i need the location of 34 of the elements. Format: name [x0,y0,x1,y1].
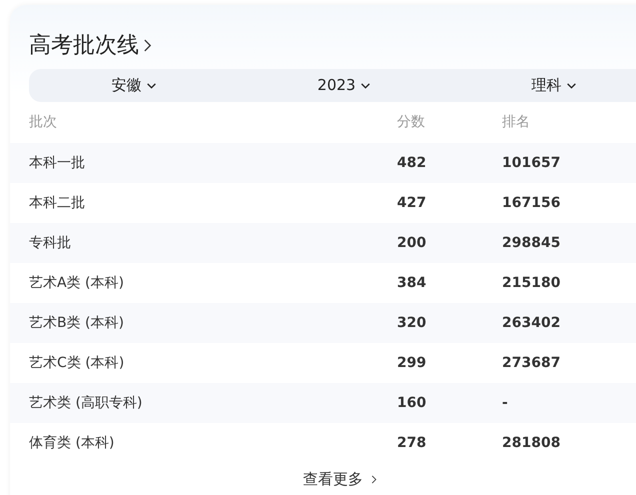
section-title: 高考批次线 [29,32,139,60]
table-cell-text: 281808 [502,434,560,452]
table-cell-text: 278 [397,434,428,452]
table-cell-text: 体育类 (本科) [28,434,116,452]
chevron-right-icon [143,38,152,53]
table-cell-text: 101657 [502,154,560,172]
view-more-link[interactable]: 查看更多 [303,470,377,488]
table-cell-text: 160 [397,394,428,412]
filter-dropdown[interactable]: 理科 [449,69,636,102]
table-cell-text: 本科二批 [28,194,86,212]
column-header: 批次 [28,113,58,132]
chevron-right-icon [371,474,377,484]
table-cell-text: 艺术B类 (本科) [28,314,125,332]
table-cell-text: 艺术类 (高职专科) [28,394,144,412]
table-cell-text: 263402 [502,314,560,332]
table-cell-text: 专科批 [28,234,72,252]
table-cell-text: 298845 [502,234,560,252]
table-cell-text: 167156 [502,194,560,212]
column-header: 排名 [502,113,530,132]
table-cell-text: 384 [397,274,428,292]
table-cell-text: 215180 [502,274,560,292]
table-cell-text: 本科一批 [28,154,86,172]
table-cell-text: 299 [397,354,428,372]
table-cell-text: 艺术C类 (本科) [28,354,126,372]
table-cell-text: 艺术A类 (本科) [28,274,125,292]
filter-dropdown[interactable]: 2023 [239,69,449,102]
filter-dropdown[interactable]: 安徽 [29,69,239,102]
table-cell-text: 427 [397,194,428,212]
table-cell-text: 320 [397,314,428,332]
table-cell-text: 482 [397,154,428,172]
table-cell-text: 273687 [502,354,560,372]
column-header: 分数 [397,113,426,132]
table-cell-text: 200 [397,234,428,252]
table-cell-text: - [502,394,508,412]
